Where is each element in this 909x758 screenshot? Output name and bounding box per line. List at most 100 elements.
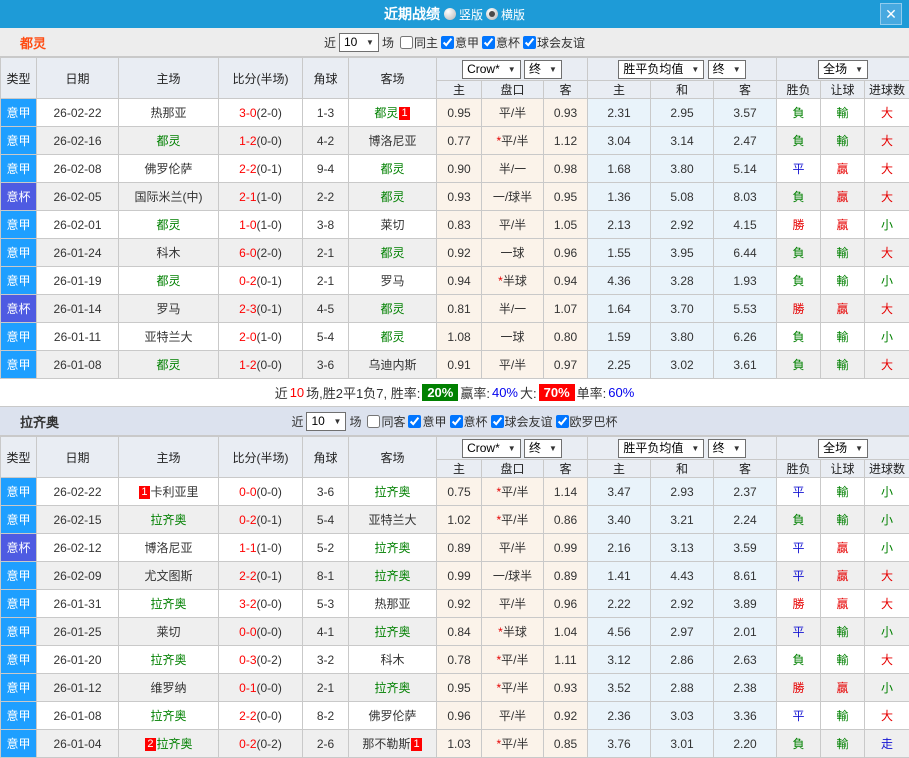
col-letball: 让球: [821, 460, 865, 478]
handicap-cell: *平/半: [482, 478, 544, 506]
letball-value: 輸: [837, 358, 849, 372]
away-team: 罗马: [380, 274, 404, 288]
letball-cell: 贏: [821, 211, 865, 239]
filter-checkbox[interactable]: 同客: [364, 413, 405, 430]
letball-value: 贏: [837, 681, 849, 695]
avg-draw-cell: 2.86: [651, 646, 714, 674]
league-cell: 意甲: [1, 99, 37, 127]
corner-cell: 5-2: [303, 534, 349, 562]
result-cell: 勝: [777, 211, 821, 239]
home-cell: 都灵: [119, 127, 219, 155]
filter-checkbox[interactable]: 同主: [397, 34, 438, 51]
checkbox-input[interactable]: [450, 415, 463, 428]
avg-odds-dropdown[interactable]: 胜平负均值▼: [618, 439, 704, 458]
match-row: 意甲 26-02-01 都灵 1-0(1-0) 3-8 莱切 0.83 平/半 …: [1, 211, 909, 239]
avg-home-cell: 4.36: [588, 267, 651, 295]
avg-away-cell: 2.47: [714, 127, 777, 155]
bookmaker-dropdown[interactable]: Crow*▼: [462, 439, 521, 458]
vertical-layout-label[interactable]: 竖版: [459, 6, 483, 23]
match-count-value: 10: [311, 414, 324, 429]
checkbox-input[interactable]: [523, 36, 536, 49]
fulltime-score: 0-2: [239, 274, 256, 288]
close-icon[interactable]: ✕: [880, 3, 902, 25]
checkbox-label: 球会友谊: [537, 34, 585, 51]
avg-home-cell: 3.04: [588, 127, 651, 155]
corner-cell: 1-3: [303, 99, 349, 127]
checkbox-input[interactable]: [491, 415, 504, 428]
avg-home-cell: 3.76: [588, 730, 651, 758]
match-count-dropdown[interactable]: 10 ▼: [306, 412, 346, 431]
horizontal-layout-label[interactable]: 横版: [501, 6, 525, 23]
result-value: 平: [793, 709, 805, 723]
home-team: 佛罗伦萨: [144, 162, 192, 176]
filter-checkbox[interactable]: 意杯: [479, 34, 520, 51]
fulltime-dropdown[interactable]: 全场▼: [818, 60, 868, 79]
checkbox-input[interactable]: [367, 415, 380, 428]
horizontal-layout-radio[interactable]: [486, 8, 498, 20]
away-cell: 都灵: [349, 323, 437, 351]
near-label: 近: [324, 34, 336, 51]
filter-checkbox[interactable]: 意甲: [438, 34, 479, 51]
filter-checkbox[interactable]: 意甲: [405, 413, 446, 430]
letball-cell: 贏: [821, 674, 865, 702]
checkbox-input[interactable]: [408, 415, 421, 428]
match-count-dropdown[interactable]: 10 ▼: [339, 33, 379, 52]
corner-cell: 5-3: [303, 590, 349, 618]
vertical-layout-radio[interactable]: [444, 8, 456, 20]
result-cell: 負: [777, 239, 821, 267]
handicap-value: 平/半: [499, 541, 526, 555]
handicap-value: 平/半: [499, 709, 526, 723]
bookmaker-dropdown[interactable]: Crow*▼: [462, 60, 521, 79]
home-odds-cell: 0.89: [437, 534, 482, 562]
goals-value: 小: [881, 681, 893, 695]
checkbox-input[interactable]: [556, 415, 569, 428]
checkbox-input[interactable]: [400, 36, 413, 49]
goals-cell: 大: [865, 590, 909, 618]
away-odds-cell: 0.94: [544, 267, 588, 295]
match-row: 意杯 26-02-05 国际米兰(中) 2-1(1-0) 2-2 都灵 0.93…: [1, 183, 909, 211]
bookmaker-odds-group: Crow*▼ 终▼: [437, 437, 588, 460]
final-odds-dropdown[interactable]: 终▼: [524, 439, 562, 458]
halftime-score: (1-0): [257, 218, 282, 232]
away-team: 亚特兰大: [368, 513, 416, 527]
fulltime-score: 3-2: [239, 597, 256, 611]
filter-checkbox[interactable]: 球会友谊: [488, 413, 553, 430]
result-value: 平: [793, 569, 805, 583]
goals-value: 小: [881, 330, 893, 344]
filter-checkbox[interactable]: 球会友谊: [520, 34, 585, 51]
checkbox-input[interactable]: [441, 36, 454, 49]
col-score: 比分(半场): [219, 437, 303, 478]
col-handicap: 盘口: [482, 460, 544, 478]
home-cell: 维罗纳: [119, 674, 219, 702]
home-odds-cell: 0.92: [437, 239, 482, 267]
letball-cell: 輸: [821, 478, 865, 506]
goals-cell: 小: [865, 211, 909, 239]
rank-badge: 2: [145, 738, 155, 751]
avg-draw-cell: 2.88: [651, 674, 714, 702]
date-cell: 26-01-08: [37, 351, 119, 379]
chevron-down-icon: ▼: [508, 441, 516, 456]
filter-checkbox[interactable]: 意杯: [447, 413, 488, 430]
league-cell: 意甲: [1, 730, 37, 758]
avg-away-cell: 2.20: [714, 730, 777, 758]
avg-odds-dropdown[interactable]: 胜平负均值▼: [618, 60, 704, 79]
result-cell: 負: [777, 506, 821, 534]
letball-cell: 贏: [821, 295, 865, 323]
fulltime-dropdown[interactable]: 全场▼: [818, 439, 868, 458]
halftime-score: (0-1): [257, 162, 282, 176]
home-team: 国际米兰(中): [135, 190, 203, 204]
checkbox-input[interactable]: [482, 36, 495, 49]
chevron-down-icon: ▼: [549, 441, 557, 456]
away-team: 拉齐奥: [374, 569, 410, 583]
avg-away-cell: 3.89: [714, 590, 777, 618]
final-avg-dropdown[interactable]: 终▼: [708, 439, 746, 458]
col-goals: 进球数: [865, 81, 909, 99]
final-odds-dropdown[interactable]: 终▼: [524, 60, 562, 79]
league-cell: 意杯: [1, 295, 37, 323]
halftime-score: (0-0): [257, 625, 282, 639]
date-cell: 26-02-22: [37, 99, 119, 127]
filter-checkbox[interactable]: 欧罗巴杯: [553, 413, 618, 430]
final-avg-dropdown[interactable]: 终▼: [708, 60, 746, 79]
avg-draw-cell: 3.28: [651, 267, 714, 295]
avg-draw-cell: 2.95: [651, 99, 714, 127]
